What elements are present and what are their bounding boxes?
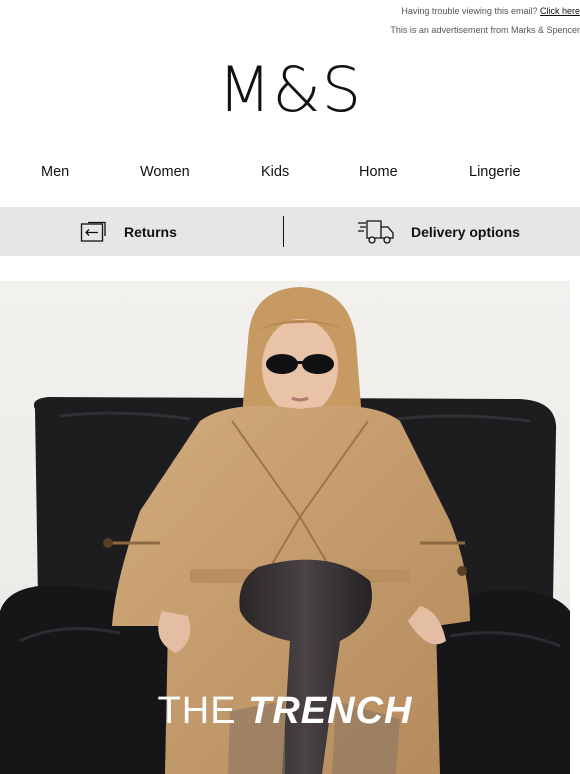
- returns-box-icon: [80, 221, 106, 242]
- nav-item-men[interactable]: Men: [41, 164, 69, 180]
- category-nav: Men Women Kids Home Lingerie: [0, 164, 580, 186]
- hero-title-light: THE: [157, 690, 249, 732]
- delivery-options-label: Delivery options: [411, 223, 520, 240]
- nav-item-lingerie[interactable]: Lingerie: [469, 164, 521, 180]
- hero-title-bold: TRENCH: [248, 690, 413, 732]
- hero-title: THE TRENCH: [0, 690, 570, 733]
- click-here-link[interactable]: Click here: [540, 6, 580, 16]
- service-divider: [283, 216, 284, 247]
- returns-label: Returns: [124, 223, 177, 240]
- ms-logo[interactable]: M&S: [0, 54, 580, 126]
- delivery-options-link[interactable]: Delivery options: [357, 207, 520, 256]
- returns-link[interactable]: Returns: [80, 207, 177, 256]
- delivery-truck-icon: [358, 219, 394, 244]
- nav-item-women[interactable]: Women: [140, 164, 190, 180]
- nav-item-home[interactable]: Home: [359, 164, 398, 180]
- trouble-viewing-line: Having trouble viewing this email? Click…: [401, 6, 580, 16]
- service-bar: Returns Delivery options: [0, 207, 580, 256]
- nav-item-kids[interactable]: Kids: [261, 164, 289, 180]
- advertisement-notice: This is an advertisement from Marks & Sp…: [390, 25, 580, 35]
- trouble-viewing-text: Having trouble viewing this email?: [401, 6, 538, 16]
